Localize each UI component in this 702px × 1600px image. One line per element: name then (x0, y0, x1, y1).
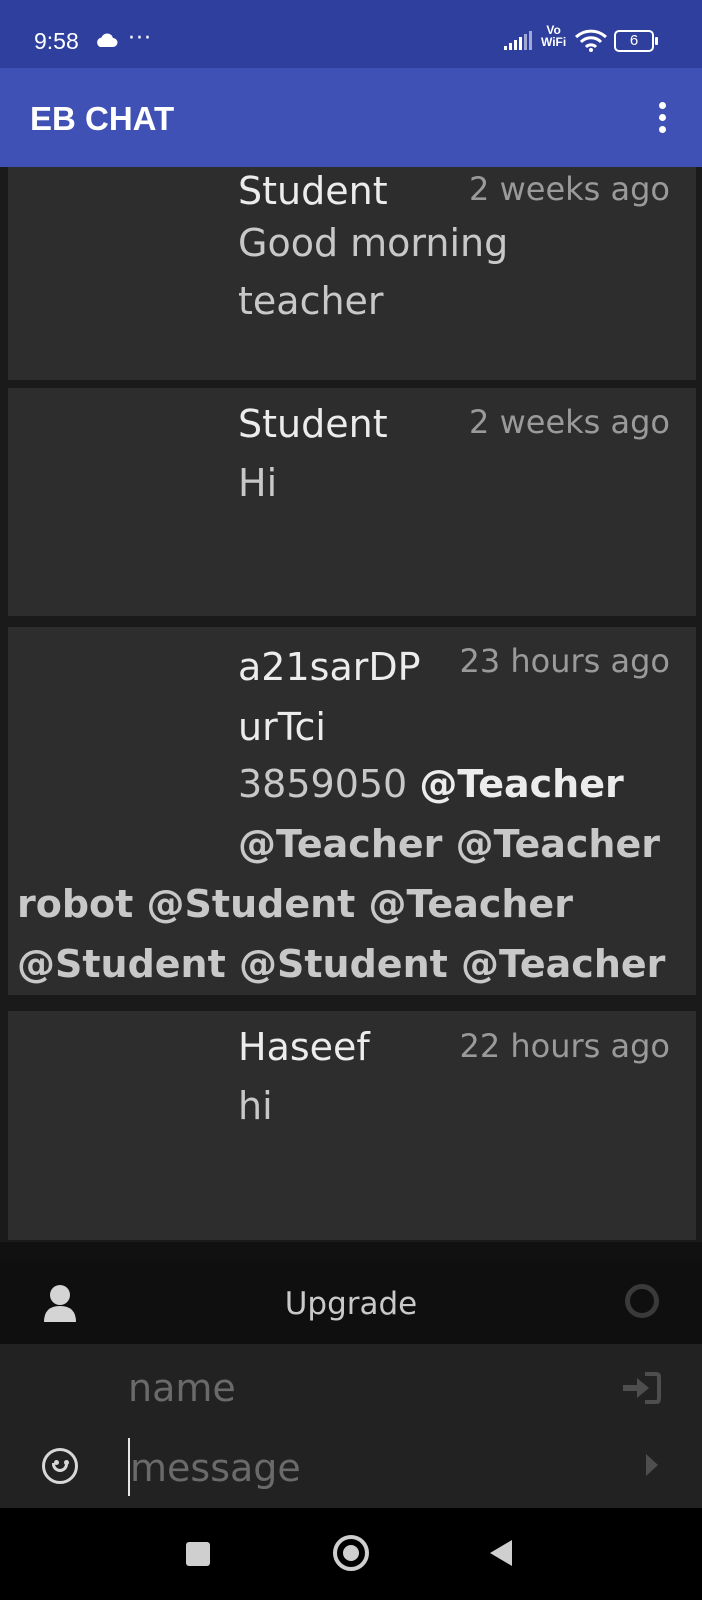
system-nav-bar (0, 1508, 702, 1600)
more-vert-icon[interactable] (652, 102, 672, 136)
message-sender-line: urTci (238, 705, 326, 749)
vowifi-line-2: WiFi (541, 35, 567, 49)
upgrade-bar: Upgrade (0, 1260, 702, 1344)
message-text: hi (238, 1084, 273, 1128)
message-sender: a21sarDP urTci (238, 637, 421, 757)
chat-message: Haseef 22 hours ago hi (8, 1011, 696, 1240)
message-text-prefix: 3859050 (238, 762, 420, 806)
mention[interactable]: @Teacher @Teacher (238, 815, 660, 873)
status-circle-icon[interactable] (625, 1284, 659, 1318)
message-time: 22 hours ago (459, 1027, 670, 1065)
send-icon[interactable] (644, 1452, 660, 1482)
app-title: EB CHAT (30, 100, 175, 137)
message-time: 2 weeks ago (469, 170, 670, 208)
cloud-icon (94, 32, 118, 52)
message-time: 23 hours ago (459, 642, 670, 680)
back-icon[interactable] (488, 1538, 514, 1572)
app-bar: EB CHAT (0, 68, 702, 167)
compose-area: name message (0, 1344, 702, 1508)
mention[interactable]: robot @Student @Teacher (17, 875, 573, 933)
chat-list[interactable]: Student 2 weeks ago Good morning teacher… (0, 167, 702, 1242)
name-input[interactable]: name (128, 1366, 236, 1410)
message-sender: Student (238, 402, 388, 446)
message-time: 2 weeks ago (469, 403, 670, 441)
recents-icon[interactable] (186, 1542, 210, 1566)
message-input[interactable]: message (130, 1446, 301, 1490)
battery-level: 6 (629, 32, 639, 49)
message-sender: Student (238, 169, 388, 213)
message-text-line: Good morning (238, 221, 509, 265)
chat-message: Student 2 weeks ago Good morning teacher (8, 167, 696, 380)
mention[interactable]: @Student @Student @Teacher (17, 935, 665, 993)
message-sender: Haseef (238, 1025, 370, 1069)
chat-message: a21sarDP urTci 23 hours ago 3859050 @Tea… (8, 627, 696, 995)
home-icon[interactable] (333, 1535, 369, 1571)
upgrade-button[interactable]: Upgrade (0, 1286, 702, 1322)
emoji-icon[interactable] (42, 1448, 78, 1484)
message-text: Hi (238, 461, 278, 505)
chat-message: Student 2 weeks ago Hi (8, 388, 696, 616)
mention[interactable]: @Teacher (419, 762, 623, 806)
status-bar: 9:58 ··· Vo WiFi 6 (0, 0, 702, 68)
login-icon[interactable] (621, 1372, 661, 1408)
message-text: 3859050 @Teacher (238, 755, 624, 813)
signal-icon (504, 30, 536, 54)
message-text: Good morning teacher (238, 214, 508, 330)
battery-icon: 6 (614, 30, 658, 52)
overflow-notifications: ··· (128, 26, 152, 51)
status-time: 9:58 (34, 28, 79, 54)
message-sender-line: a21sarDP (238, 645, 421, 689)
vowifi-indicator: Vo WiFi (541, 24, 566, 48)
message-text-line: teacher (238, 279, 384, 323)
wifi-icon (574, 28, 608, 56)
